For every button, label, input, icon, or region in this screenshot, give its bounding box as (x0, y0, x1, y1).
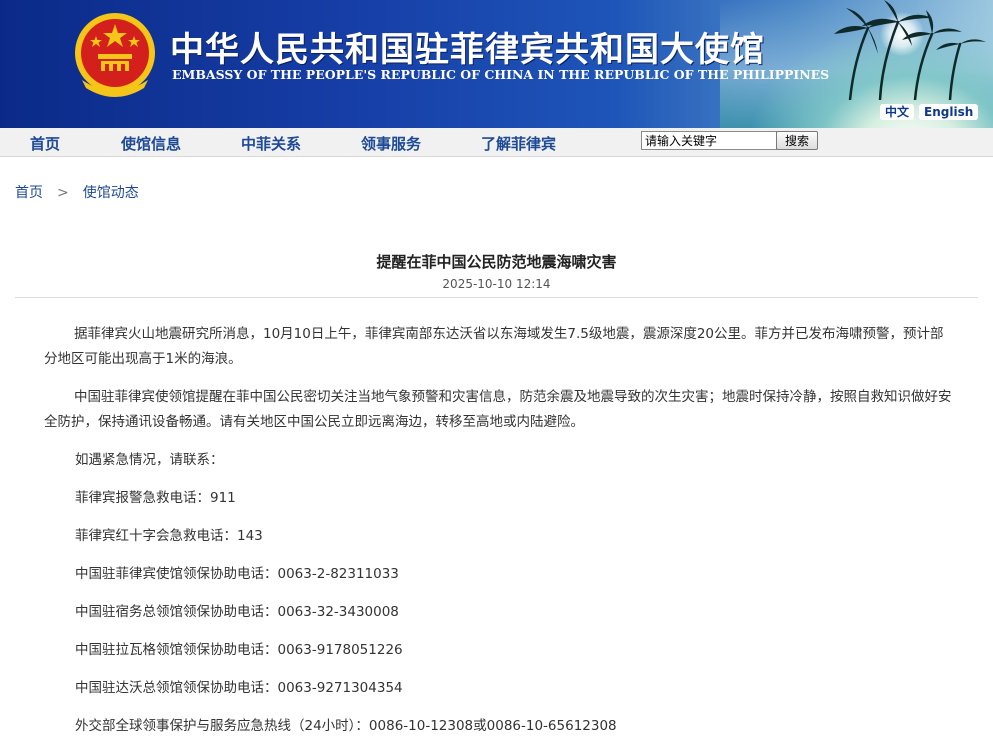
nav-item-china-philippines-relations[interactable]: 中菲关系 (241, 133, 301, 154)
breadcrumb-embassy-news-link[interactable]: 使馆动态 (83, 185, 139, 201)
palm-trees-icon (834, 0, 986, 100)
search-button[interactable]: 搜索 (776, 131, 818, 150)
contact-consulate-cebu: 中国驻宿务总领馆领保协助电话：0063-32-3430008 (75, 604, 399, 620)
emergency-contact-intro: 如遇紧急情况，请联系： (75, 452, 224, 468)
article-body: 据菲律宾火山地震研究所消息，10月10日上午，菲律宾南部东达沃省以东海域发生7.… (44, 322, 952, 752)
breadcrumb-separator: > (57, 185, 69, 201)
main-nav: 首页 使馆信息 中菲关系 领事服务 了解菲律宾 搜索 (0, 128, 993, 157)
nav-item-consular-services[interactable]: 领事服务 (361, 133, 421, 154)
nav-item-home[interactable]: 首页 (30, 133, 60, 154)
search-input[interactable] (641, 131, 777, 150)
contact-embassy-manila: 中国驻菲律宾使馆领保协助电话：0063-2-82311033 (75, 566, 399, 582)
breadcrumb-home-link[interactable]: 首页 (15, 185, 43, 201)
site-title-chinese: 中华人民共和国驻菲律宾共和国大使馆 (170, 30, 765, 70)
contact-red-cross: 菲律宾红十字会急救电话：143 (75, 528, 263, 544)
article-title: 提醒在菲中国公民防范地震海啸灾害 (376, 253, 617, 271)
nav-item-about-philippines[interactable]: 了解菲律宾 (481, 133, 556, 154)
breadcrumb: 首页 > 使馆动态 (15, 182, 139, 202)
contact-police-emergency: 菲律宾报警急救电话：911 (75, 490, 236, 506)
site-header: 中华人民共和国驻菲律宾共和国大使馆 EMBASSY OF THE PEOPLE'… (0, 0, 993, 128)
lang-english-button[interactable]: English (919, 104, 979, 120)
national-emblem-icon (75, 13, 155, 97)
site-title-english: EMBASSY OF THE PEOPLE'S REPUBLIC OF CHIN… (172, 67, 830, 82)
title-divider (15, 297, 978, 298)
contact-consulate-laoag: 中国驻拉瓦格领馆领保协助电话：0063-9178051226 (75, 642, 403, 658)
article-paragraph: 中国驻菲律宾使领馆提醒在菲中国公民密切关注当地气象预警和灾害信息，防范余震及地震… (44, 389, 952, 430)
article-paragraph: 据菲律宾火山地震研究所消息，10月10日上午，菲律宾南部东达沃省以东海域发生7.… (44, 326, 944, 367)
contact-mfa-hotline: 外交部全球领事保护与服务应急热线（24小时）：0086-10-12308或008… (75, 718, 617, 734)
lang-chinese-button[interactable]: 中文 (880, 104, 915, 120)
nav-item-embassy-info[interactable]: 使馆信息 (121, 133, 181, 154)
article-date: 2025-10-10 12:14 (442, 277, 551, 291)
language-switcher: 中文 English (880, 104, 979, 120)
contact-consulate-davao: 中国驻达沃总领馆领保协助电话：0063-9271304354 (75, 680, 403, 696)
